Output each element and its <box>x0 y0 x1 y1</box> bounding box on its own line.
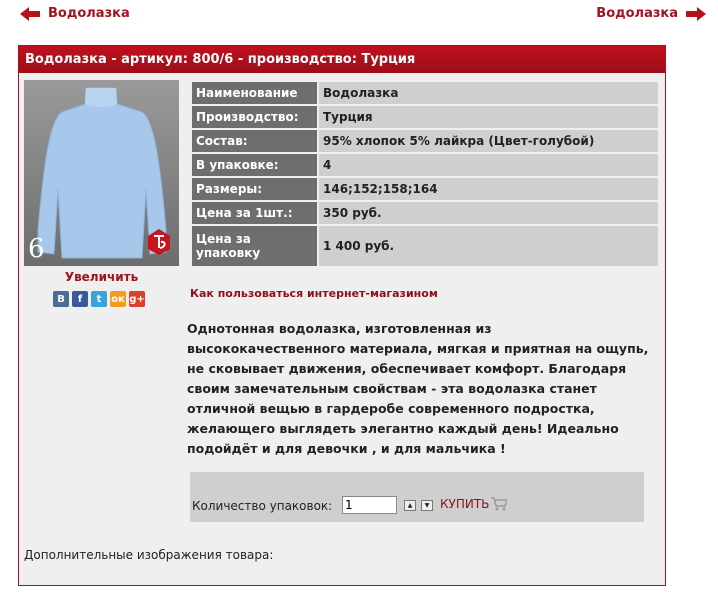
spec-key: Наименование <box>192 82 317 104</box>
googleplus-icon[interactable]: g+ <box>129 291 145 307</box>
buy-button[interactable]: КУПИТЬ <box>440 497 508 511</box>
twitter-icon[interactable]: t <box>91 291 107 307</box>
quantity-down-button[interactable]: ▼ <box>421 500 433 511</box>
next-product-label: Водолазка <box>596 6 678 21</box>
spec-value: 1 400 руб. <box>319 226 658 266</box>
spec-row: Размеры: 146;152;158;164 <box>192 178 658 200</box>
previous-product-link[interactable]: Водолазка <box>20 6 130 21</box>
facebook-icon[interactable]: f <box>72 291 88 307</box>
spec-value: 350 руб. <box>319 202 658 224</box>
next-product-link[interactable]: Водолазка <box>596 6 706 21</box>
quantity-up-button[interactable]: ▲ <box>404 500 416 511</box>
quantity-input[interactable] <box>342 496 397 514</box>
product-card: Водолазка - артикул: 800/6 - производств… <box>18 45 666 586</box>
product-photo[interactable]: 6 <box>24 80 179 266</box>
spec-key: Размеры: <box>192 178 317 200</box>
spec-value: 146;152;158;164 <box>319 178 658 200</box>
vkontakte-icon[interactable]: В <box>53 291 69 307</box>
shopping-cart-icon <box>491 497 508 511</box>
product-description: Однотонная водолазка, изготовленная из в… <box>187 321 649 456</box>
spec-value: 95% хлопок 5% лайкра (Цвет-голубой) <box>319 130 658 152</box>
spec-row: В упаковке: 4 <box>192 154 658 176</box>
spec-value: 4 <box>319 154 658 176</box>
spec-row: Цена за 1шт.: 350 руб. <box>192 202 658 224</box>
odnoklassniki-icon[interactable]: ок <box>110 291 126 307</box>
spec-key: Производство: <box>192 106 317 128</box>
spec-key: Состав: <box>192 130 317 152</box>
spec-row: Цена за упаковку 1 400 руб. <box>192 226 658 266</box>
spec-row: Наименование Водолазка <box>192 82 658 104</box>
enlarge-link[interactable]: Увеличить <box>24 270 179 284</box>
buy-button-label: КУПИТЬ <box>440 497 490 511</box>
arrow-left-icon <box>20 6 40 21</box>
social-share-bar: В f t ок g+ <box>53 291 145 307</box>
photo-number: 6 <box>28 234 45 264</box>
ts-logo-icon <box>148 229 170 255</box>
spec-row: Состав: 95% хлопок 5% лайкра (Цвет-голуб… <box>192 130 658 152</box>
arrow-right-icon <box>686 6 706 21</box>
product-title: Водолазка - артикул: 800/6 - производств… <box>19 46 665 73</box>
previous-product-label: Водолазка <box>48 6 130 21</box>
product-spec-table: Наименование Водолазка Производство: Тур… <box>190 80 660 268</box>
how-to-use-link[interactable]: Как пользоваться интернет-магазином <box>190 287 438 300</box>
top-navigation: Водолазка Водолазка <box>0 0 718 32</box>
spec-key: Цена за 1шт.: <box>192 202 317 224</box>
spec-value: Турция <box>319 106 658 128</box>
purchase-panel: Количество упаковок: ▲ ▼ КУПИТЬ <box>190 472 644 522</box>
spec-key: В упаковке: <box>192 154 317 176</box>
spec-row: Производство: Турция <box>192 106 658 128</box>
spec-value: Водолазка <box>319 82 658 104</box>
quantity-label: Количество упаковок: <box>192 499 333 513</box>
spec-key: Цена за упаковку <box>192 226 317 266</box>
additional-images-label: Дополнительные изображения товара: <box>24 548 274 562</box>
